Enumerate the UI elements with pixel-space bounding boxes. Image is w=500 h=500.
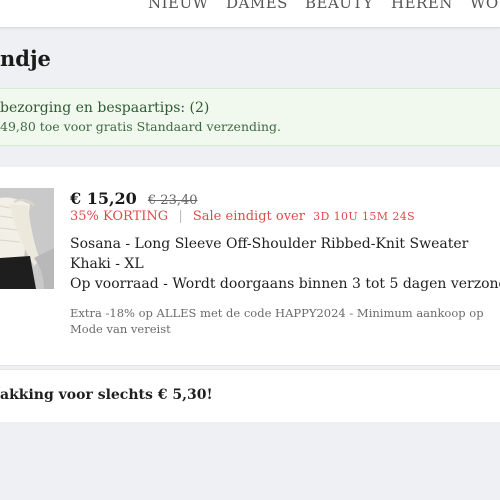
- promo-text: Extra -18% op ALLES met de code HAPPY202…: [70, 306, 484, 336]
- current-price: € 15,20: [70, 189, 137, 208]
- original-price: € 23,40: [147, 193, 198, 208]
- nav-item-dames[interactable]: DAMES: [226, 0, 288, 12]
- shipping-tips-banner: bezorging en bespaartips: (2) 49,80 toe …: [0, 88, 500, 146]
- page-title: ndje: [0, 46, 51, 71]
- separator: |: [178, 209, 183, 224]
- sale-ends-label: Sale eindigt over: [192, 209, 305, 224]
- cart-item-card: € 15,20 € 23,40 35% KORTING | Sale eindi…: [0, 167, 500, 366]
- nav-item-beauty[interactable]: BEAUTY: [305, 0, 373, 12]
- free-shipping-message: 49,80 toe voor gratis Standaard verzendi…: [0, 119, 282, 134]
- price-row: € 15,20 € 23,40: [70, 189, 198, 208]
- top-navigation: NIEUW DAMES BEAUTY HEREN WO: [0, 0, 500, 28]
- product-thumbnail[interactable]: [0, 188, 54, 289]
- product-variant[interactable]: Khaki - XL: [70, 256, 144, 272]
- packaging-offer-text[interactable]: akking voor slechts € 5,30!: [0, 387, 213, 403]
- sale-countdown: 3D 10U 15M 24S: [313, 210, 416, 223]
- nav-item-wo[interactable]: WO: [470, 0, 499, 12]
- sale-info: 35% KORTING | Sale eindigt over 3D 10U 1…: [70, 209, 415, 224]
- stock-status: Op voorraad - Wordt doorgaans binnen 3 t…: [70, 276, 500, 292]
- gift-packaging-offer: akking voor slechts € 5,30!: [0, 369, 500, 422]
- discount-label: 35% KORTING: [70, 209, 169, 224]
- nav-item-heren[interactable]: HEREN: [391, 0, 453, 12]
- shipping-tips-title[interactable]: bezorging en bespaartips: (2): [0, 100, 209, 116]
- nav-item-nieuw[interactable]: NIEUW: [148, 0, 209, 12]
- product-name[interactable]: Sosana - Long Sleeve Off-Shoulder Ribbed…: [70, 236, 468, 252]
